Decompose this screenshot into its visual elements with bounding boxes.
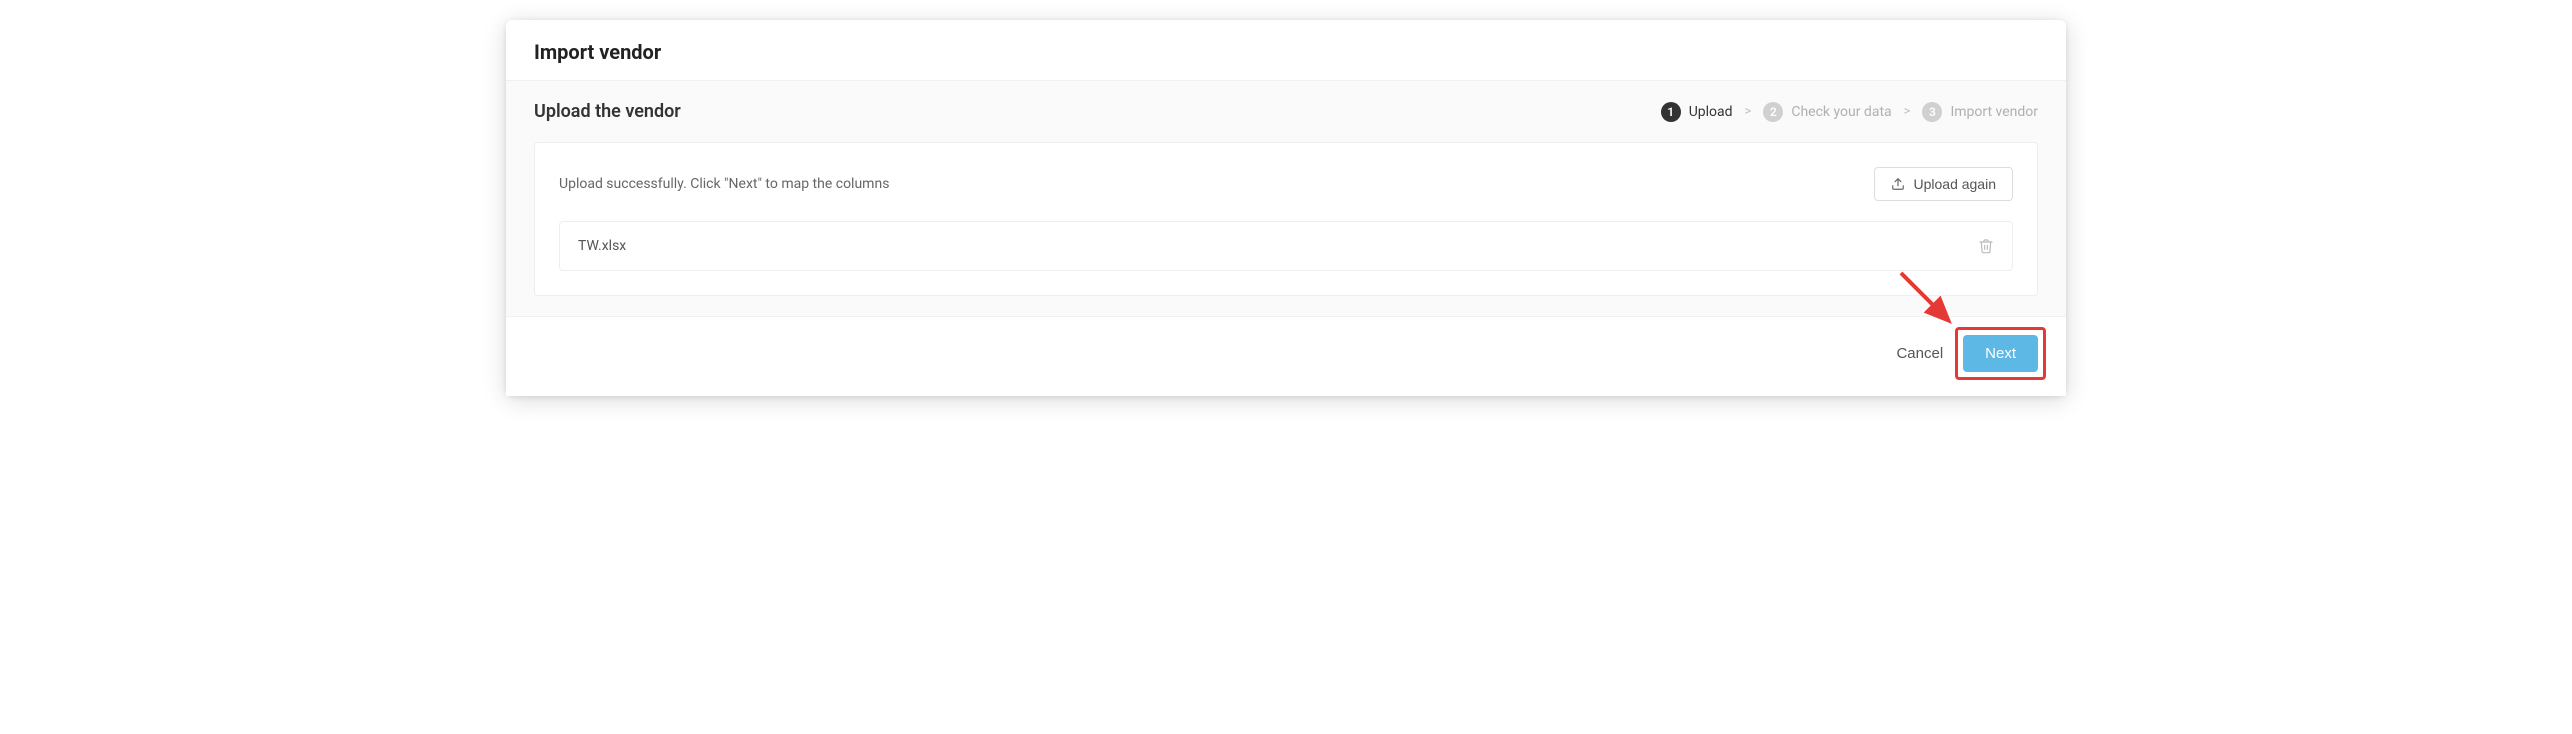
step-label-upload: Upload [1689, 104, 1733, 120]
section-header: Upload the vendor 1 Upload > 2 Check you… [534, 101, 2038, 122]
uploaded-file-name: TW.xlsx [578, 238, 626, 254]
next-button[interactable]: Next [1963, 335, 2038, 372]
trash-icon[interactable] [1978, 238, 1994, 254]
step-number-1: 1 [1661, 102, 1681, 122]
modal-footer: Cancel Next [506, 317, 2066, 396]
step-number-3: 3 [1922, 102, 1942, 122]
step-check-data: 2 Check your data [1763, 102, 1891, 122]
upload-again-label: Upload again [1913, 176, 1996, 192]
modal-title: Import vendor [534, 40, 2038, 64]
cancel-button[interactable]: Cancel [1892, 337, 1947, 370]
upload-again-button[interactable]: Upload again [1874, 167, 2013, 201]
upload-top-row: Upload successfully. Click "Next" to map… [559, 167, 2013, 201]
step-separator: > [1904, 104, 1911, 119]
step-separator: > [1745, 104, 1752, 119]
step-label-check: Check your data [1791, 104, 1891, 120]
step-label-import: Import vendor [1950, 104, 2038, 120]
uploaded-file-row: TW.xlsx [559, 221, 2013, 271]
step-upload: 1 Upload [1661, 102, 1733, 122]
step-import-vendor: 3 Import vendor [1922, 102, 2038, 122]
modal-header: Import vendor [506, 20, 2066, 80]
upload-success-message: Upload successfully. Click "Next" to map… [559, 176, 889, 192]
step-number-2: 2 [1763, 102, 1783, 122]
modal-body: Upload the vendor 1 Upload > 2 Check you… [506, 80, 2066, 317]
section-title: Upload the vendor [534, 101, 681, 122]
stepper: 1 Upload > 2 Check your data > 3 Import … [1661, 102, 2038, 122]
import-vendor-modal: Import vendor Upload the vendor 1 Upload… [506, 20, 2066, 396]
upload-icon [1891, 177, 1905, 191]
upload-card: Upload successfully. Click "Next" to map… [534, 142, 2038, 296]
